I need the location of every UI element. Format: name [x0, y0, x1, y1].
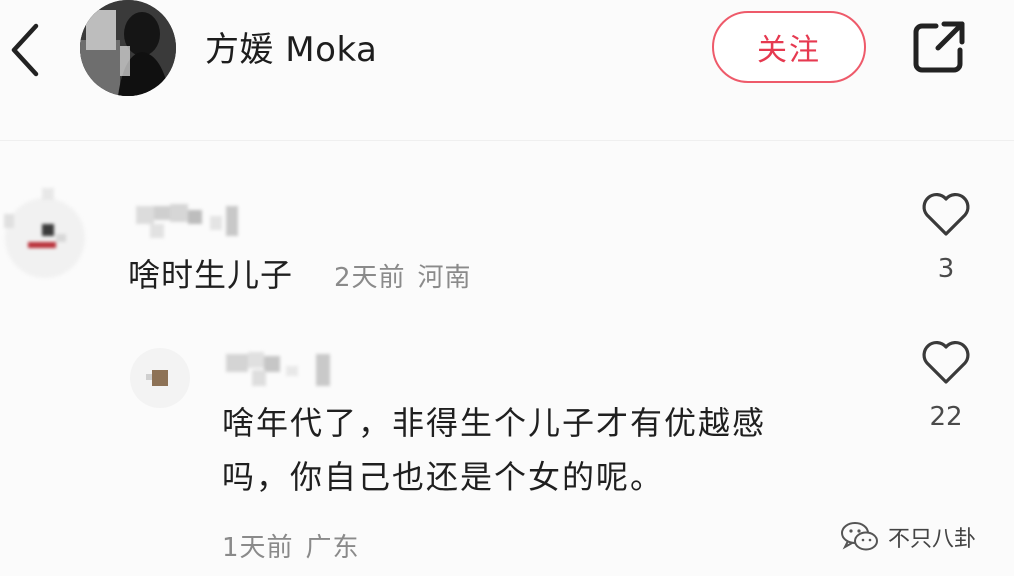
heart-icon: [922, 340, 970, 384]
heart-icon: [922, 192, 970, 236]
like-count: 3: [937, 254, 955, 284]
follow-button[interactable]: 关注: [712, 11, 866, 83]
like-count: 22: [929, 402, 963, 432]
comment-meta: 1天前 广东: [222, 527, 372, 564]
wechat-icon: [841, 522, 878, 551]
comment-meta: 2天前 河南: [334, 257, 484, 294]
comment-location: 广东: [305, 533, 360, 563]
commenter-name-redacted: [130, 200, 250, 244]
like-button[interactable]: [920, 190, 972, 238]
author-avatar[interactable]: [80, 0, 176, 96]
commenter-avatar[interactable]: [0, 178, 90, 278]
watermark: 不只八卦: [840, 517, 976, 557]
comment-text: 啥时生儿子: [128, 256, 294, 294]
comment-time: 1天前: [222, 533, 294, 563]
like-button[interactable]: [920, 338, 972, 386]
comment-location: 河南: [417, 263, 472, 293]
commenter-avatar[interactable]: [130, 348, 190, 408]
share-button[interactable]: [910, 18, 968, 76]
header-divider: [0, 140, 1014, 141]
reply-text: 啥年代了，非得生个儿子才有优越感 吗，你自己也还是个女的呢。: [222, 404, 767, 496]
chevron-left-icon: [11, 23, 39, 77]
commenter-name-redacted: [222, 348, 342, 392]
comment-time: 2天前: [334, 263, 406, 293]
back-button[interactable]: [8, 22, 44, 78]
author-name[interactable]: 方媛 Moka: [205, 22, 377, 71]
share-icon: [913, 21, 965, 73]
watermark-text: 不只八卦: [888, 527, 977, 552]
